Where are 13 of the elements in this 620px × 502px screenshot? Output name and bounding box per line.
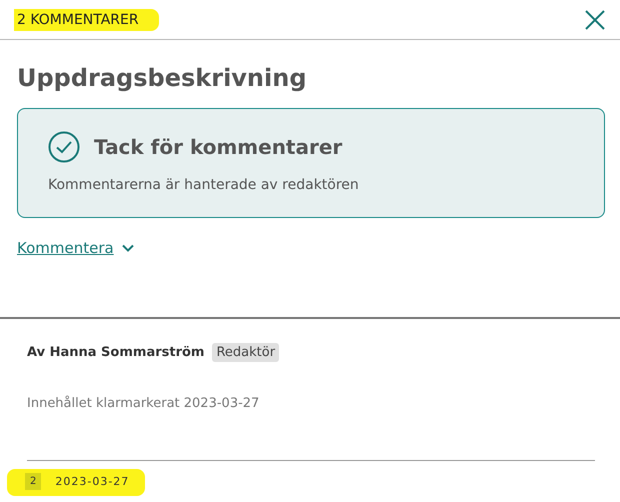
chevron-icon[interactable] bbox=[122, 244, 134, 252]
notice-text: Kommentarerna är hanterade av redaktören bbox=[48, 177, 360, 193]
comment-link[interactable]: Kommentera bbox=[17, 239, 114, 257]
author-name: Av Hanna Sommarström bbox=[27, 345, 204, 360]
header-title: 2 KOMMENTARER bbox=[14, 8, 159, 30]
close-icon[interactable] bbox=[585, 10, 605, 30]
check-circle-icon bbox=[48, 131, 80, 163]
comment-text: Innehållet klarmarkerat 2023-03-27 bbox=[27, 396, 595, 461]
role-tag: Redaktör bbox=[212, 343, 280, 362]
notice-heading: Tack för kommentarer bbox=[94, 135, 342, 159]
comment-number: 2 bbox=[25, 473, 42, 490]
page-title: Uppdragsbeskrivning bbox=[17, 64, 308, 92]
comment-date: 2023-03-27 bbox=[55, 475, 130, 488]
